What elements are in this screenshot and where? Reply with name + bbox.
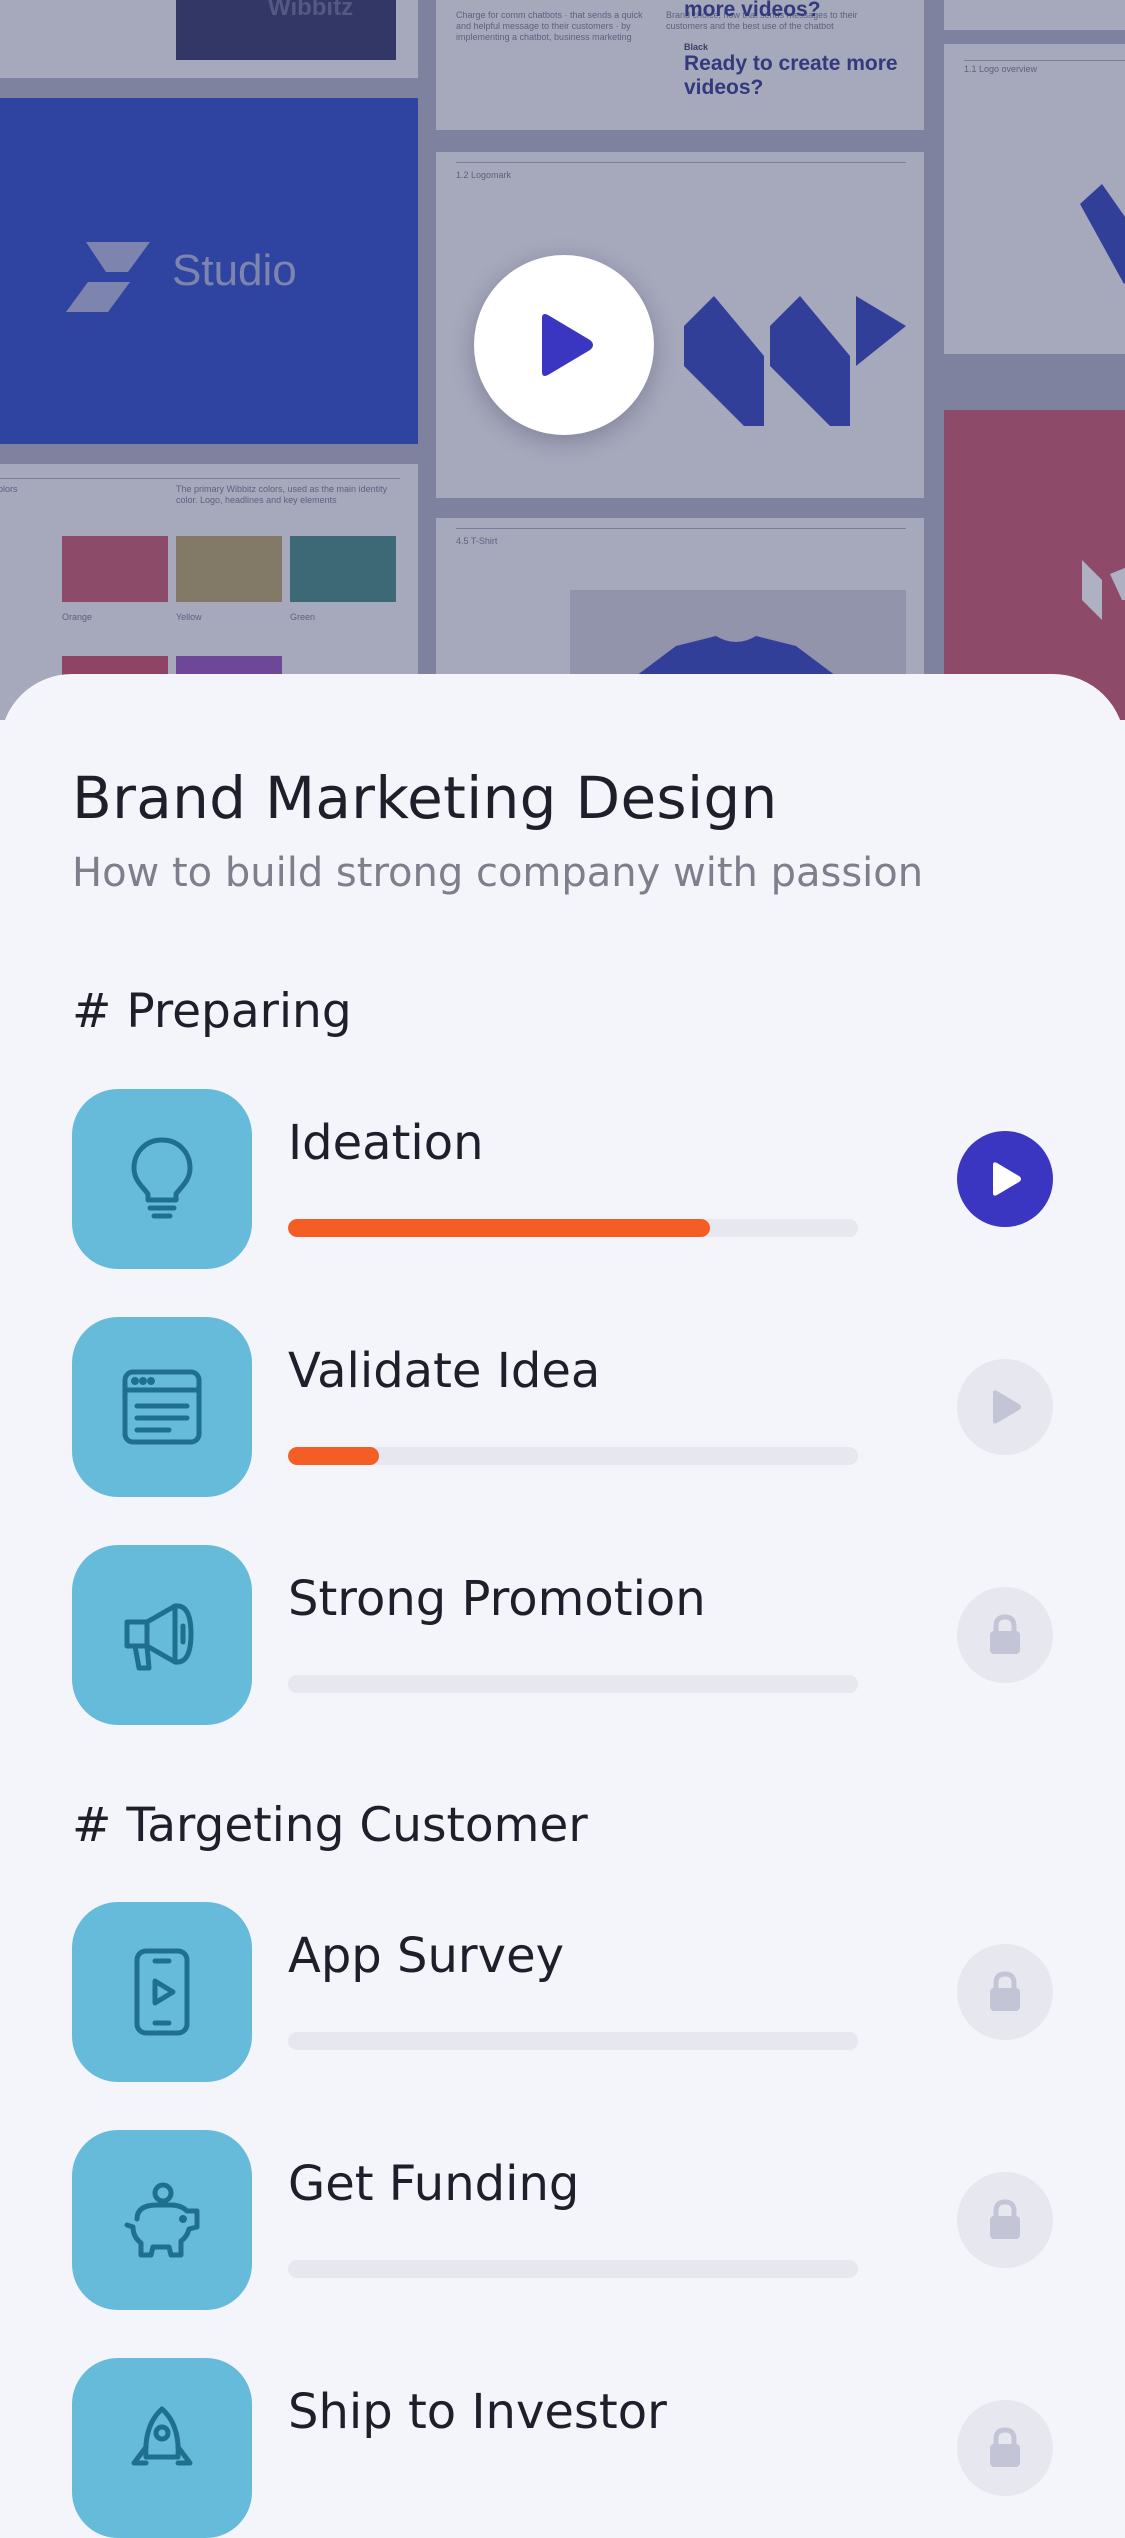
lesson-locked-button[interactable] bbox=[957, 1944, 1053, 2040]
play-icon bbox=[993, 1390, 1021, 1424]
lock-icon bbox=[990, 2427, 1020, 2467]
lesson-get-funding[interactable]: Get Funding bbox=[72, 2130, 1054, 2310]
play-icon bbox=[542, 314, 593, 376]
lesson-name: App Survey bbox=[288, 1928, 564, 1984]
piggy-bank-icon bbox=[124, 2182, 200, 2258]
section-heading-preparing: # Preparing bbox=[72, 984, 352, 1039]
lesson-name: Validate Idea bbox=[288, 1343, 601, 1399]
lesson-locked-button[interactable] bbox=[957, 1587, 1053, 1683]
megaphone-icon bbox=[124, 1603, 194, 1671]
course-preview: Wibbitz Charge for comm chatbots · that … bbox=[0, 0, 1125, 720]
lesson-app-survey[interactable]: App Survey bbox=[72, 1902, 1054, 2082]
course-sheet: Brand Marketing Design How to build stro… bbox=[0, 674, 1125, 2538]
lesson-play-button[interactable] bbox=[957, 1131, 1053, 1227]
lock-icon bbox=[990, 1971, 1020, 2011]
lesson-progress-bar bbox=[288, 2260, 858, 2278]
lesson-locked-button[interactable] bbox=[957, 2172, 1053, 2268]
preview-play-button[interactable] bbox=[474, 255, 654, 435]
lesson-name: Ship to Investor bbox=[288, 2384, 667, 2440]
lesson-strong-promotion[interactable]: Strong Promotion bbox=[72, 1545, 1054, 1725]
browser-window-icon bbox=[122, 1369, 202, 1445]
lock-icon bbox=[990, 2199, 1020, 2239]
lesson-tile bbox=[72, 1545, 252, 1725]
lesson-ideation[interactable]: Ideation bbox=[72, 1089, 1054, 1269]
lesson-ship-to-investor[interactable]: Ship to Investor bbox=[72, 2358, 1054, 2538]
lesson-progress-bar bbox=[288, 1675, 858, 1693]
lesson-tile bbox=[72, 1089, 252, 1269]
lesson-play-button[interactable] bbox=[957, 1359, 1053, 1455]
lesson-progress-fill bbox=[288, 1219, 710, 1237]
lightbulb-icon bbox=[131, 1137, 193, 1219]
lock-icon bbox=[990, 1614, 1020, 1654]
lesson-name: Ideation bbox=[288, 1115, 484, 1171]
lesson-locked-button[interactable] bbox=[957, 2400, 1053, 2496]
play-icon bbox=[993, 1162, 1021, 1196]
lesson-name: Get Funding bbox=[288, 2156, 580, 2212]
section-heading-targeting-customer: # Targeting Customer bbox=[72, 1798, 588, 1853]
lesson-name: Strong Promotion bbox=[288, 1571, 706, 1627]
phone-video-icon bbox=[134, 1948, 190, 2036]
lesson-progress-fill bbox=[288, 1447, 380, 1465]
lesson-tile bbox=[72, 2358, 252, 2538]
lesson-tile bbox=[72, 1317, 252, 1497]
lesson-progress-bar bbox=[288, 1447, 858, 1465]
lesson-progress-bar bbox=[288, 2032, 858, 2050]
lesson-validate-idea[interactable]: Validate Idea bbox=[72, 1317, 1054, 1497]
course-subtitle: How to build strong company with passion bbox=[72, 850, 924, 896]
lesson-tile bbox=[72, 2130, 252, 2310]
rocket-icon bbox=[131, 2406, 193, 2466]
lesson-tile bbox=[72, 1902, 252, 2082]
lesson-progress-bar bbox=[288, 1219, 858, 1237]
course-title: Brand Marketing Design bbox=[72, 764, 778, 832]
